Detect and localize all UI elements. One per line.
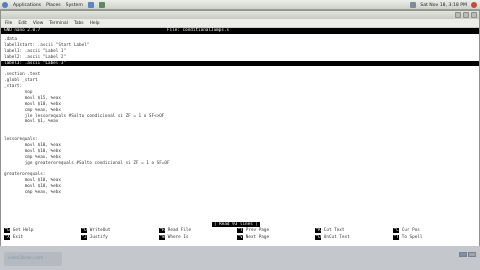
shortcut-item: ^X Exit: [4, 235, 23, 241]
terminal-area[interactable]: GNU nano 2.0.7 File: conditionalJumps.s …: [1, 28, 479, 246]
bottom-panel: video2brain.com: [0, 246, 480, 270]
maximize-button[interactable]: [463, 12, 469, 18]
shortcut-label: To Spell: [401, 235, 423, 240]
network-icon[interactable]: [410, 2, 417, 8]
shortcut-label: UnCut Text: [323, 235, 350, 240]
shortcut-key: ^Y: [237, 228, 244, 233]
shortcut-label: Where Is: [167, 235, 189, 240]
shortcut-key: ^G: [4, 228, 11, 233]
menu-edit[interactable]: Edit: [18, 21, 27, 26]
shortcut-label: Get Help: [12, 228, 34, 233]
clock[interactable]: Sat Nov 18, 3:18 PM: [420, 3, 467, 8]
nano-version: GNU nano 2.0.7: [4, 28, 41, 33]
shortcut-key: ^O: [81, 228, 88, 233]
menu-bar: File Edit View Terminal Tabs Help: [1, 19, 479, 28]
browser-launcher-icon[interactable]: [87, 2, 94, 8]
gnome-foot-icon: [2, 2, 8, 8]
shortcut-key: ^T: [393, 235, 400, 240]
power-icon[interactable]: [471, 2, 477, 8]
mail-launcher-icon[interactable]: [98, 2, 105, 8]
close-button[interactable]: [471, 12, 477, 18]
shortcut-key: ^W: [159, 235, 166, 240]
shortcut-item: ^J Justify: [81, 235, 108, 241]
shortcut-key: ^U: [315, 235, 322, 240]
shortcut-key: ^X: [4, 235, 11, 240]
shortcut-key: ^J: [81, 235, 88, 240]
shortcut-key: ^C: [393, 228, 400, 233]
menu-file[interactable]: File: [5, 21, 12, 26]
terminal-window: File Edit View Terminal Tabs Help GNU na…: [0, 10, 480, 246]
shortcut-label: WriteOut: [89, 228, 111, 233]
shortcut-label: Cut Text: [323, 228, 345, 233]
shortcut-label: Read File: [167, 228, 192, 233]
workspace-switcher[interactable]: [459, 252, 476, 257]
workspace-2[interactable]: [468, 252, 476, 257]
menu-view[interactable]: View: [33, 21, 43, 26]
code-line[interactable]: cmp %eax, %ebx: [1, 190, 479, 196]
shortcut-label: Cur Pos: [401, 228, 420, 233]
menu-terminal[interactable]: Terminal: [49, 21, 68, 26]
shortcut-item: ^R Read File: [159, 228, 191, 234]
shortcut-label: Prev Page: [245, 228, 270, 233]
shortcut-item: ^V Next Page: [237, 235, 269, 241]
nano-filename: File: conditionalJumps.s: [167, 28, 230, 33]
top-panel: Applications Places System Sat Nov 18, 3…: [0, 0, 480, 10]
nano-header: GNU nano 2.0.7 File: conditionalJumps.s: [1, 28, 479, 34]
shortcut-key: ^V: [237, 235, 244, 240]
workspace-1[interactable]: [459, 252, 467, 257]
shortcut-item: ^K Cut Text: [315, 228, 344, 234]
menu-tabs[interactable]: Tabs: [74, 21, 84, 26]
system-menu[interactable]: System: [66, 3, 83, 8]
window-titlebar[interactable]: [1, 11, 479, 19]
shortcut-item: ^W Where Is: [159, 235, 188, 241]
menu-help[interactable]: Help: [90, 21, 100, 26]
code-area[interactable]: .data label1start: .ascii "Start Label" la…: [1, 37, 479, 196]
watermark-text: video2brain.com: [8, 255, 44, 260]
shortcut-item: ^G Get Help: [4, 228, 33, 234]
shortcut-label: Justify: [89, 235, 108, 240]
status-message: [ Read 93 lines ]: [212, 222, 260, 227]
shortcut-item: ^O WriteOut: [81, 228, 110, 234]
minimize-button[interactable]: [455, 12, 461, 18]
shortcut-label: Exit: [12, 235, 24, 240]
shortcut-item: ^U UnCut Text: [315, 235, 350, 241]
shortcut-item: ^T To Spell: [393, 235, 422, 241]
places-menu[interactable]: Places: [46, 3, 61, 8]
applications-menu[interactable]: Applications: [13, 3, 41, 8]
shortcut-item: ^C Cur Pos: [393, 228, 420, 234]
shortcut-bar: ^G Get Help ^O WriteOut ^R Read File ^Y Pre…: [4, 228, 478, 242]
shortcut-key: ^K: [315, 228, 322, 233]
shortcut-label: Next Page: [245, 235, 270, 240]
shortcut-key: ^R: [159, 228, 166, 233]
shortcut-item: ^Y Prev Page: [237, 228, 269, 234]
